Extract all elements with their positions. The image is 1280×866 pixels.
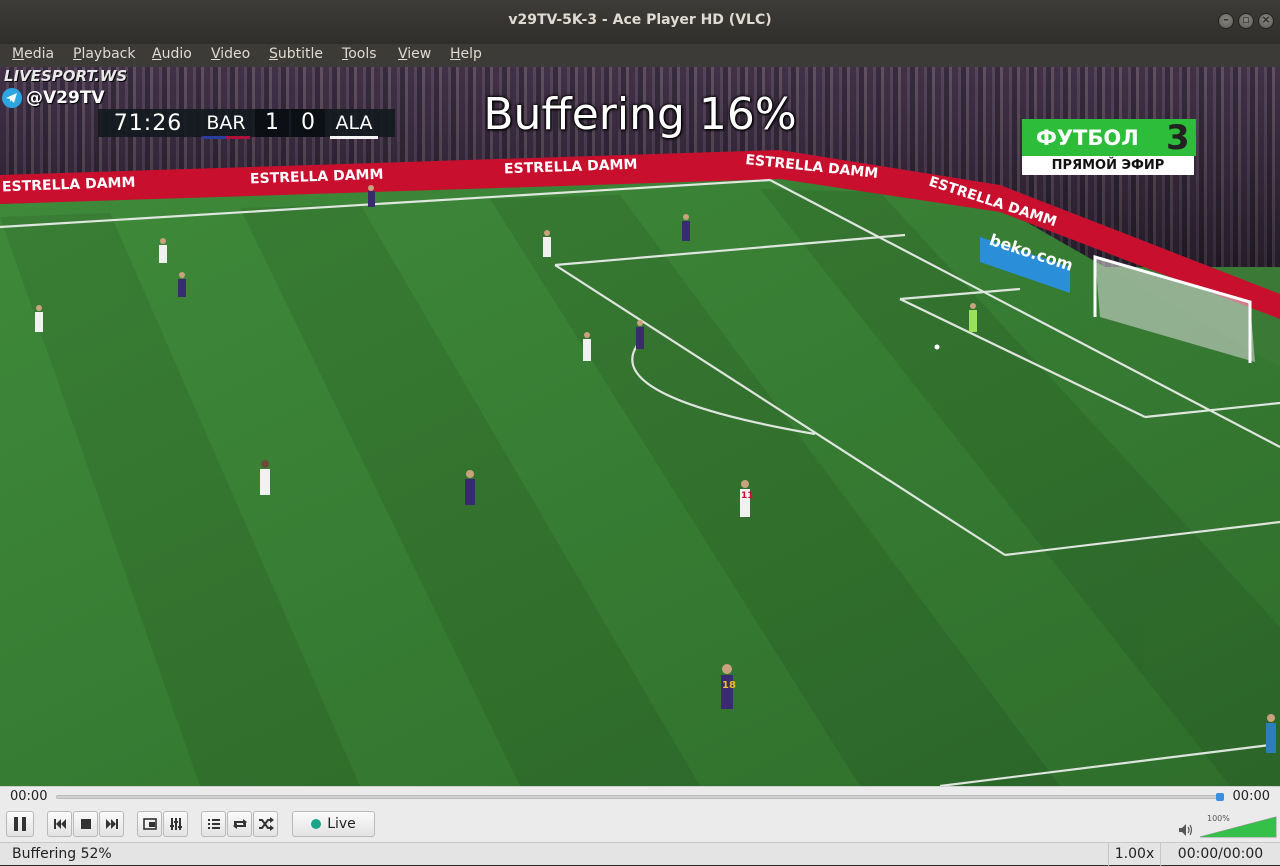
minimize-icon: –	[1223, 13, 1229, 26]
window-title: v29TV-5K-3 - Ace Player HD (VLC)	[508, 12, 772, 28]
player	[35, 305, 43, 332]
playback-speed[interactable]: 1.00x	[1108, 843, 1160, 866]
menu-audio[interactable]: Audio	[152, 46, 192, 62]
pause-icon	[14, 817, 26, 831]
live-label: Live	[327, 816, 356, 832]
random-icon	[258, 817, 274, 831]
player	[368, 185, 375, 207]
video-area[interactable]: ESTRELLA DAMM ESTRELLA DAMM ESTRELLA DAM…	[0, 67, 1280, 786]
buffering-osd: Buffering 16%	[483, 89, 797, 140]
player	[636, 320, 644, 349]
player	[1266, 714, 1276, 753]
livesport-watermark: LIVESPORT.WS	[4, 67, 128, 85]
minimize-button[interactable]: –	[1218, 13, 1234, 29]
live-button[interactable]: Live	[292, 811, 375, 837]
ball	[934, 344, 940, 350]
seek-bar[interactable]	[56, 793, 1224, 801]
player	[682, 214, 690, 241]
status-bar: Buffering 52% 1.00x 00:00/00:00	[0, 842, 1280, 866]
close-button[interactable]: ×	[1258, 13, 1274, 29]
menu-help[interactable]: Help	[450, 46, 482, 62]
close-icon: ×	[1261, 13, 1271, 26]
extended-settings-icon	[169, 818, 182, 830]
volume-slider[interactable]	[1199, 816, 1277, 838]
loop-icon	[232, 819, 247, 829]
menu-bar: Media Playback Audio Video Subtitle Tool…	[0, 44, 1280, 67]
loop-button[interactable]	[227, 811, 252, 837]
random-button[interactable]	[253, 811, 278, 837]
controls-panel: 00:00 00:00 Live 100%	[0, 786, 1280, 842]
status-message: Buffering 52%	[12, 846, 112, 862]
pause-button[interactable]	[6, 811, 34, 837]
player	[583, 332, 591, 361]
player	[543, 230, 551, 257]
maximize-button[interactable]: ▫	[1238, 13, 1254, 29]
total-time[interactable]: 00:00	[1233, 789, 1270, 804]
maximize-icon: ▫	[1242, 13, 1250, 26]
live-caption: ПРЯМОЙ ЭФИР	[1022, 156, 1194, 175]
player	[465, 470, 475, 505]
next-icon	[105, 819, 118, 829]
stop-button[interactable]	[73, 811, 98, 837]
stop-icon	[80, 819, 91, 829]
shirt-number-18: 18	[722, 680, 736, 691]
menu-subtitle[interactable]: Subtitle	[269, 46, 323, 62]
player	[260, 460, 270, 495]
fullscreen-button[interactable]	[137, 811, 162, 837]
live-indicator-icon	[311, 819, 322, 829]
player	[159, 238, 167, 263]
previous-icon	[53, 819, 66, 829]
shirt-number-11: 11	[741, 491, 754, 501]
goalkeeper	[969, 303, 977, 332]
elapsed-time[interactable]: 00:00	[10, 789, 47, 804]
menu-tools[interactable]: Tools	[342, 46, 377, 62]
menu-media[interactable]: Media	[12, 46, 54, 62]
fullscreen-icon	[142, 818, 157, 830]
menu-view[interactable]: View	[398, 46, 431, 62]
playlist-icon	[207, 819, 220, 829]
volume-icon[interactable]	[1178, 823, 1194, 837]
previous-button[interactable]	[47, 811, 72, 837]
seek-handle[interactable]	[1216, 793, 1224, 801]
extended-settings-button[interactable]	[163, 811, 188, 837]
next-button[interactable]	[99, 811, 124, 837]
menu-playback[interactable]: Playback	[73, 46, 135, 62]
playlist-button[interactable]	[201, 811, 226, 837]
menu-video[interactable]: Video	[211, 46, 250, 62]
status-time[interactable]: 00:00/00:00	[1160, 843, 1280, 866]
player	[178, 272, 186, 297]
title-bar: v29TV-5K-3 - Ace Player HD (VLC) – ▫ ×	[0, 0, 1280, 44]
